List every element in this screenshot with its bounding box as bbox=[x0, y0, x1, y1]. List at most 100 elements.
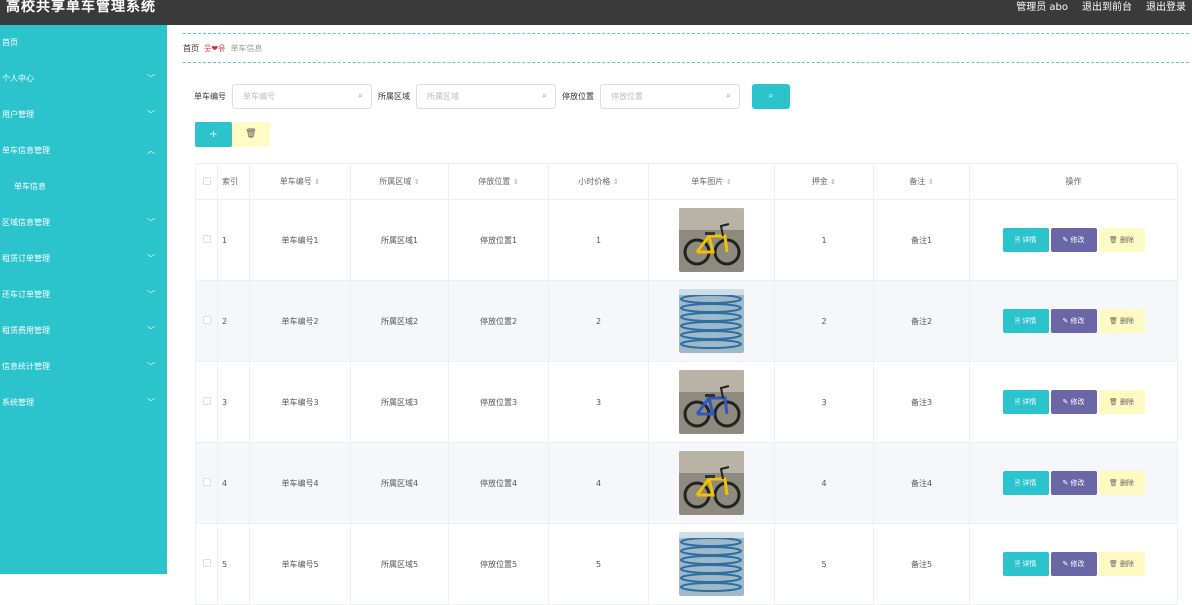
area-input[interactable]: 所属区域 ⌕ bbox=[416, 84, 556, 109]
cell-bike-no: 单车编号5 bbox=[249, 523, 351, 605]
col-image[interactable]: 单车图片 ⇕ bbox=[648, 163, 775, 200]
row-select-cell[interactable] bbox=[195, 442, 218, 524]
sort-icon[interactable]: ⇕ bbox=[513, 178, 519, 186]
col-remark[interactable]: 备注 ⇕ bbox=[873, 163, 970, 200]
row-select-cell[interactable] bbox=[195, 523, 218, 605]
cell-price: 1 bbox=[548, 199, 649, 281]
sidebar-item-label: 租赁费用管理 bbox=[2, 326, 50, 335]
bike-image[interactable] bbox=[679, 451, 744, 515]
sidebar-item-user-management[interactable]: 用户管理 ﹀ bbox=[0, 97, 167, 133]
bike-image[interactable] bbox=[679, 289, 744, 353]
col-price[interactable]: 小时价格 ⇕ bbox=[548, 163, 649, 200]
cell-remark: 备注1 bbox=[873, 199, 970, 281]
col-bike-no[interactable]: 单车编号 ⇕ bbox=[249, 163, 351, 200]
detail-button[interactable]: 🗎 详情 bbox=[1002, 390, 1049, 414]
cell-index: 2 bbox=[217, 280, 250, 362]
sidebar-item-area-management[interactable]: 区域信息管理 ﹀ bbox=[0, 205, 167, 241]
breadcrumb-home[interactable]: 首页 bbox=[183, 43, 199, 54]
sidebar-item-return-order-management[interactable]: 还车订单管理 ﹀ bbox=[0, 277, 167, 313]
sidebar-item-system-management[interactable]: 系统管理 ﹀ bbox=[0, 385, 167, 421]
col-area[interactable]: 所属区域 ⇕ bbox=[350, 163, 449, 200]
row-checkbox[interactable] bbox=[202, 478, 211, 486]
bike-no-label: 单车编号 bbox=[194, 92, 226, 101]
breadcrumb: 首页 웃❤유 单车信息 bbox=[183, 33, 1189, 63]
row-checkbox[interactable] bbox=[202, 235, 211, 243]
sidebar-item-rental-fee-management[interactable]: 租赁费用管理 ﹀ bbox=[0, 313, 167, 349]
edit-button[interactable]: ✎ 修改 bbox=[1050, 390, 1097, 414]
chevron-down-icon: ﹀ bbox=[147, 398, 155, 407]
edit-button[interactable]: ✎ 修改 bbox=[1050, 471, 1097, 495]
row-select-cell[interactable] bbox=[195, 280, 218, 362]
edit-button[interactable]: ✎ 修改 bbox=[1050, 552, 1097, 576]
delete-button[interactable]: 🗑 删除 bbox=[1098, 309, 1145, 333]
row-checkbox[interactable] bbox=[202, 316, 211, 324]
select-all-cell[interactable] bbox=[195, 163, 218, 200]
breadcrumb-current: 单车信息 bbox=[230, 43, 263, 53]
cell-area: 所属区域1 bbox=[350, 199, 449, 281]
bike-no-input[interactable]: 单车编号 ⌕ bbox=[232, 84, 372, 109]
admin-name: 管理员 abo bbox=[1016, 2, 1068, 13]
cell-remark: 备注4 bbox=[873, 442, 970, 524]
sort-icon[interactable]: ⇕ bbox=[613, 178, 619, 186]
sidebar: 首页 个人中心 ﹀ 用户管理 ﹀ 单车信息管理 ︿ 单车信息 区域信息管理 ﹀ … bbox=[0, 25, 167, 574]
row-checkbox[interactable] bbox=[202, 559, 211, 567]
sidebar-item-bike-info[interactable]: 单车信息 bbox=[0, 169, 167, 205]
location-input[interactable]: 停放位置 ⌕ bbox=[600, 84, 740, 109]
col-location[interactable]: 停放位置 ⇕ bbox=[448, 163, 549, 200]
sidebar-item-rental-order-management[interactable]: 租赁订单管理 ﹀ bbox=[0, 241, 167, 277]
search-row: 单车编号 单车编号 ⌕ 所属区域 所属区域 ⌕ 停放位置 停放位置 ⌕ ⌕ bbox=[194, 84, 790, 109]
select-all-checkbox[interactable] bbox=[202, 176, 211, 185]
add-button[interactable]: + bbox=[195, 122, 232, 147]
bike-image[interactable] bbox=[679, 532, 744, 596]
edit-button[interactable]: ✎ 修改 bbox=[1050, 309, 1097, 333]
col-deposit[interactable]: 押金 ⇕ bbox=[774, 163, 874, 200]
row-checkbox[interactable] bbox=[202, 397, 211, 405]
bike-image[interactable] bbox=[679, 208, 744, 272]
logout-link[interactable]: 退出登录 bbox=[1146, 0, 1186, 13]
search-button[interactable]: ⌕ bbox=[752, 84, 790, 109]
detail-button[interactable]: 🗎 详情 bbox=[1002, 552, 1049, 576]
sort-icon[interactable]: ⇕ bbox=[928, 178, 934, 186]
cell-price: 2 bbox=[548, 280, 649, 362]
cell-actions: 🗎 详情 ✎ 修改 🗑 删除 bbox=[969, 199, 1178, 281]
bike-image[interactable] bbox=[679, 370, 744, 434]
chevron-down-icon: ﹀ bbox=[147, 326, 155, 335]
cell-price: 4 bbox=[548, 442, 649, 524]
top-bar: 高校共享单车管理系统 管理员 abo 退出到前台 退出登录 bbox=[0, 0, 1192, 25]
sort-icon[interactable]: ⇕ bbox=[414, 178, 420, 186]
cell-area: 所属区域3 bbox=[350, 361, 449, 443]
detail-button[interactable]: 🗎 详情 bbox=[1002, 228, 1049, 252]
sidebar-item-label: 单车信息 bbox=[14, 182, 46, 191]
detail-button[interactable]: 🗎 详情 bbox=[1002, 471, 1049, 495]
sort-icon[interactable]: ⇕ bbox=[314, 178, 320, 186]
delete-button[interactable]: 🗑 删除 bbox=[1098, 552, 1145, 576]
sort-icon[interactable]: ⇕ bbox=[726, 178, 732, 186]
detail-button[interactable]: 🗎 详情 bbox=[1002, 309, 1049, 333]
cell-price: 3 bbox=[548, 361, 649, 443]
location-label: 停放位置 bbox=[562, 92, 594, 101]
sidebar-item-home[interactable]: 首页 bbox=[0, 25, 167, 61]
batch-delete-button[interactable]: 🗑 bbox=[232, 122, 270, 147]
row-select-cell[interactable] bbox=[195, 199, 218, 281]
search-icon: ⌕ bbox=[357, 91, 363, 101]
edit-button[interactable]: ✎ 修改 bbox=[1050, 228, 1097, 252]
cell-image bbox=[648, 361, 775, 443]
table-row: 3 单车编号3 所属区域3 停放位置3 3 3 备注3 🗎 详情 ✎ 修改 🗑 删除 bbox=[195, 361, 1178, 443]
cell-remark: 备注5 bbox=[873, 523, 970, 605]
cell-remark: 备注2 bbox=[873, 280, 970, 362]
delete-button[interactable]: 🗑 删除 bbox=[1098, 471, 1145, 495]
row-select-cell[interactable] bbox=[195, 361, 218, 443]
cell-actions: 🗎 详情 ✎ 修改 🗑 删除 bbox=[969, 442, 1178, 524]
delete-button[interactable]: 🗑 删除 bbox=[1098, 228, 1145, 252]
sidebar-item-label: 租赁订单管理 bbox=[2, 254, 50, 263]
chevron-up-icon: ︿ bbox=[147, 146, 155, 155]
delete-button[interactable]: 🗑 删除 bbox=[1098, 390, 1145, 414]
sort-icon[interactable]: ⇕ bbox=[830, 178, 836, 186]
chevron-down-icon: ﹀ bbox=[147, 218, 155, 227]
area-placeholder: 所属区域 bbox=[427, 92, 459, 101]
sidebar-item-personal-center[interactable]: 个人中心 ﹀ bbox=[0, 61, 167, 97]
sidebar-item-statistics-management[interactable]: 信息统计管理 ﹀ bbox=[0, 349, 167, 385]
cell-remark: 备注3 bbox=[873, 361, 970, 443]
sidebar-item-bike-info-management[interactable]: 单车信息管理 ︿ bbox=[0, 133, 167, 169]
to-front-link[interactable]: 退出到前台 bbox=[1082, 0, 1132, 13]
